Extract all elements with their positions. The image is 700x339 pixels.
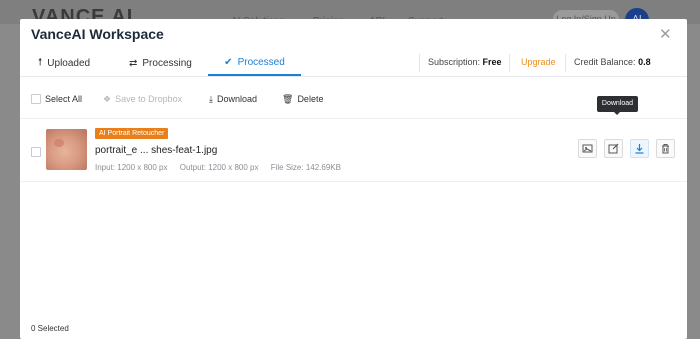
workspace-modal: VanceAI Workspace ✕ 🠕 Uploaded ⇄ Process… (20, 19, 687, 339)
file-size: File Size: 142.69KB (270, 163, 341, 172)
modal-title: VanceAI Workspace (31, 26, 164, 42)
input-size: Input: 1200 x 800 px (95, 163, 168, 172)
sync-icon: ⇄ (129, 57, 138, 69)
tab-uploaded[interactable]: 🠕 Uploaded (38, 50, 90, 76)
tool-badge: AI Portrait Retoucher (95, 128, 169, 139)
edit-icon (608, 143, 619, 154)
divider (419, 54, 420, 72)
compare-button[interactable] (578, 139, 597, 158)
file-thumbnail[interactable] (46, 129, 87, 170)
save-to-dropbox-label: Save to Dropbox (115, 94, 183, 104)
credit-balance: Credit Balance: 0.8 (574, 57, 651, 67)
subscription-info: Subscription: Free (428, 57, 502, 67)
trash-icon (662, 144, 669, 154)
subscription-label: Subscription: (428, 57, 481, 67)
divider (509, 54, 510, 72)
row-delete-button[interactable] (656, 139, 675, 158)
trash-icon: 🗑 (282, 93, 294, 104)
row-checkbox[interactable] (31, 147, 41, 157)
divider (565, 54, 566, 72)
checkbox[interactable] (31, 94, 41, 104)
tab-label: Processing (142, 57, 192, 69)
selected-count: 0 Selected (31, 324, 69, 333)
download-button[interactable]: ⤓ Download (209, 87, 257, 111)
download-icon: ⤓ (209, 93, 213, 104)
dropbox-icon: ❖ (103, 93, 112, 104)
upgrade-link[interactable]: Upgrade (521, 57, 556, 67)
row-download-button[interactable] (630, 139, 649, 158)
credit-value: 0.8 (638, 57, 651, 67)
output-size: Output: 1200 x 800 px (179, 163, 259, 172)
delete-label: Delete (297, 94, 324, 104)
arrow-up-icon: 🠕 (38, 56, 43, 68)
download-icon (635, 144, 644, 154)
select-all-label: Select All (45, 94, 83, 104)
tab-label: Uploaded (47, 57, 91, 69)
check-circle-icon: ✔ (224, 56, 233, 68)
download-label: Download (216, 94, 258, 104)
image-compare-icon (582, 144, 593, 153)
file-meta: Input: 1200 x 800 px Output: 1200 x 800 … (95, 163, 351, 172)
tab-processed[interactable]: ✔ Processed (208, 50, 301, 76)
select-all-checkbox[interactable]: Select All (31, 87, 82, 111)
credit-label: Credit Balance: (574, 57, 636, 67)
tab-label: Processed (237, 56, 285, 68)
file-row[interactable]: AI Portrait Retoucher portrait_e ... she… (20, 118, 687, 182)
subscription-plan: Free (482, 57, 502, 67)
file-name: portrait_e ... shes-feat-1.jpg (95, 145, 218, 156)
delete-button[interactable]: 🗑 Delete (282, 87, 323, 111)
download-tooltip: Download (597, 96, 638, 115)
tab-processing[interactable]: ⇄ Processing (129, 50, 192, 76)
toolbar: Select All ❖ Save to Dropbox ⤓ Download … (20, 87, 687, 111)
save-to-dropbox-button[interactable]: ❖ Save to Dropbox (103, 87, 182, 111)
close-icon[interactable]: ✕ (659, 25, 672, 43)
edit-button[interactable] (604, 139, 623, 158)
